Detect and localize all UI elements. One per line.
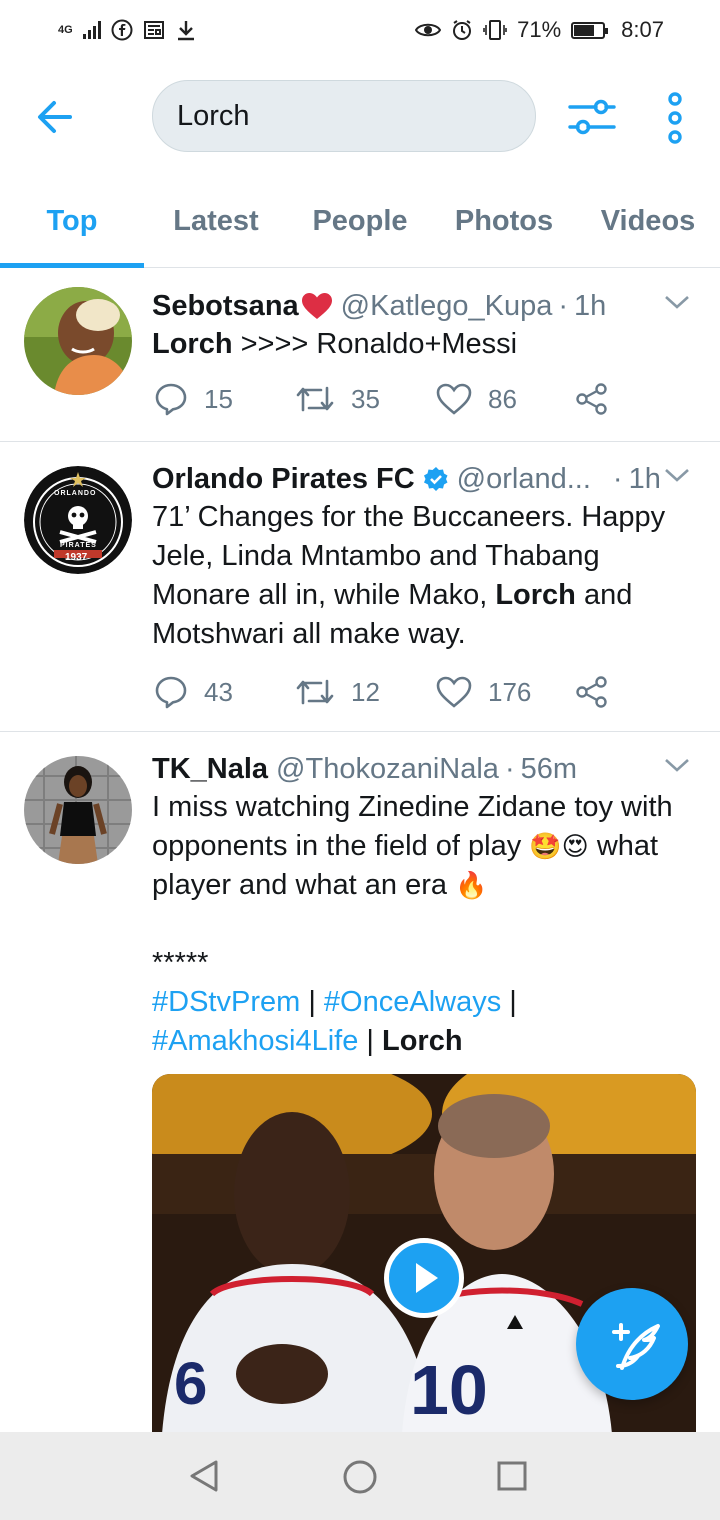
jersey-number-left: 6 xyxy=(174,1350,207,1417)
system-nav-bar xyxy=(0,1432,720,1520)
tweet-hashtags: #DStvPrem | #OnceAlways | #Amakhosi4Life… xyxy=(152,986,517,1057)
reply-count: 15 xyxy=(204,383,233,414)
reply-button[interactable]: 15 xyxy=(154,382,295,416)
alarm-icon xyxy=(453,20,472,40)
fire-emoji: 🔥 xyxy=(455,870,488,900)
display-name[interactable]: Orlando Pirates FC xyxy=(152,460,415,498)
news-icon xyxy=(143,21,164,39)
avatar[interactable] xyxy=(24,287,132,395)
tab-videos[interactable]: Videos xyxy=(576,175,720,267)
reply-count: 43 xyxy=(204,676,233,707)
filter-icon[interactable] xyxy=(566,92,618,142)
tab-people[interactable]: People xyxy=(288,175,432,267)
search-input[interactable]: Lorch xyxy=(152,80,536,152)
clock: 8:07 xyxy=(621,17,664,42)
chevron-down-icon[interactable] xyxy=(662,464,692,486)
dot-separator: · xyxy=(612,463,623,495)
tweet-stars: ***** xyxy=(152,947,209,979)
play-icon xyxy=(416,1263,438,1293)
nav-back-icon[interactable] xyxy=(186,1458,222,1494)
tweet-time: 56m xyxy=(520,753,578,785)
more-options-icon[interactable] xyxy=(660,90,690,146)
back-arrow-icon[interactable] xyxy=(30,94,80,140)
hashtag-link[interactable]: #Amakhosi4Life xyxy=(152,1025,358,1057)
network-indicator: 4G xyxy=(58,23,73,36)
tweet[interactable]: 1937 ORLANDO PIRATES Orlando Pirates FC … xyxy=(0,442,720,732)
red-heart-emoji-icon xyxy=(301,293,332,319)
eye-icon xyxy=(415,23,442,37)
user-handle: @Katlego_Kupa xyxy=(340,290,553,322)
verified-badge-icon xyxy=(423,467,448,491)
search-tabs: Top Latest People Photos Videos xyxy=(0,175,720,268)
retweet-count: 12 xyxy=(351,676,380,707)
user-handle: @ThokozaniNala xyxy=(276,753,499,785)
tweet[interactable]: Sebotsana @Katlego_Kupa · 1h Lorch >>>> … xyxy=(0,268,720,442)
jersey-number: 10 xyxy=(410,1351,488,1429)
tweet-actions: 43 12 176 xyxy=(154,675,609,709)
tab-latest[interactable]: Latest xyxy=(144,175,288,267)
heart-icon xyxy=(436,676,472,708)
avatar[interactable]: 1937 ORLANDO PIRATES xyxy=(24,466,132,574)
like-count: 176 xyxy=(488,676,532,707)
reply-button[interactable]: 43 xyxy=(154,675,295,709)
compose-tweet-button[interactable] xyxy=(576,1288,688,1400)
like-count: 86 xyxy=(488,383,517,414)
battery-percent: 71% xyxy=(517,17,562,42)
facebook-icon xyxy=(111,19,133,41)
like-button[interactable]: 86 xyxy=(436,383,577,415)
share-icon[interactable] xyxy=(575,675,609,709)
retweet-icon xyxy=(296,386,334,412)
tweet-text: Lorch >>>> Ronaldo+Messi xyxy=(152,328,518,360)
compose-feather-icon xyxy=(612,1323,660,1370)
retweet-button[interactable]: 12 xyxy=(295,675,436,709)
status-bar: 4G 71% 8:07 xyxy=(0,0,720,60)
tweet-actions: 15 35 86 xyxy=(154,382,609,416)
display-name[interactable]: TK_Nala xyxy=(152,750,268,788)
dot-separator: · xyxy=(558,290,568,322)
download-icon xyxy=(177,21,194,41)
battery-icon xyxy=(571,21,609,39)
tab-photos[interactable]: Photos xyxy=(432,175,576,267)
avatar-text-bottom: PIRATES xyxy=(60,542,97,549)
avatar-text-top: ORLANDO xyxy=(54,490,97,497)
hashtag-link[interactable]: #OnceAlways xyxy=(324,986,501,1018)
search-header: Lorch xyxy=(0,60,720,175)
tweet-time: 1h xyxy=(574,290,607,322)
play-button[interactable] xyxy=(384,1238,464,1318)
vibrate-icon xyxy=(483,20,507,40)
retweet-icon xyxy=(296,679,334,705)
chevron-down-icon[interactable] xyxy=(662,754,692,776)
hashtag-link[interactable]: #DStvPrem xyxy=(152,986,300,1018)
like-button[interactable]: 176 xyxy=(436,676,577,708)
chevron-down-icon[interactable] xyxy=(662,291,692,313)
user-handle: @orland... xyxy=(456,463,591,495)
share-icon[interactable] xyxy=(575,382,609,416)
avatar[interactable] xyxy=(24,756,132,864)
tweet-text: I miss watching Zinedine Zidane toy with… xyxy=(152,788,692,905)
reply-icon xyxy=(155,676,187,709)
tab-top[interactable]: Top xyxy=(0,175,144,268)
avatar-year: 1937 xyxy=(65,552,88,563)
retweet-button[interactable]: 35 xyxy=(295,382,436,416)
display-name[interactable]: Sebotsana xyxy=(152,287,299,325)
tweet-text: 71’ Changes for the Buccaneers. Happy Je… xyxy=(152,501,666,650)
nav-home-icon[interactable] xyxy=(341,1458,379,1496)
nav-recents-icon[interactable] xyxy=(496,1460,528,1492)
search-query: Lorch xyxy=(177,99,250,132)
signal-icon xyxy=(82,21,101,39)
retweet-count: 35 xyxy=(351,383,380,414)
tweet-time: 1h xyxy=(628,463,661,495)
dot-separator: · xyxy=(504,753,515,785)
reply-icon xyxy=(155,383,187,416)
star-struck-heart-eyes-emoji: 🤩😍 xyxy=(529,831,589,861)
heart-icon xyxy=(436,383,472,415)
